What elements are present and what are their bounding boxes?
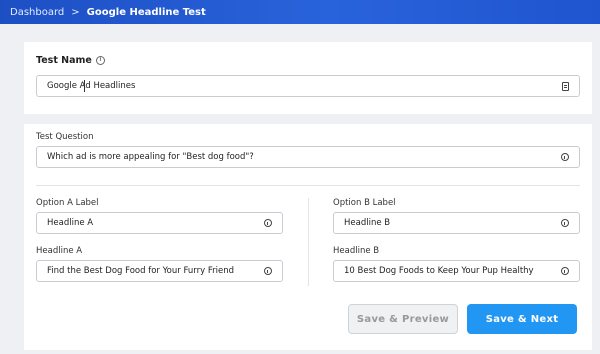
option-b-label-input[interactable]: Headline B: [333, 212, 580, 234]
save-next-button[interactable]: Save & Next: [467, 304, 577, 334]
headline-a-input[interactable]: Find the Best Dog Food for Your Furry Fr…: [36, 260, 283, 282]
headline-a-title: Headline A: [36, 246, 83, 256]
breadcrumb-separator: >: [71, 6, 80, 18]
option-a-label-title: Option A Label: [36, 198, 99, 208]
test-question-label: Test Question: [36, 132, 94, 142]
breadcrumb-current: Google Headline Test: [86, 6, 206, 18]
info-icon[interactable]: i: [95, 56, 105, 65]
test-question-input[interactable]: Which ad is more appealing for "Best dog…: [36, 146, 580, 168]
headline-b-title: Headline B: [333, 246, 380, 256]
test-name-value: Google Ad Headlines: [47, 81, 136, 91]
breadcrumb: Dashboard > Google Headline Test: [0, 0, 600, 24]
info-icon[interactable]: [264, 267, 272, 275]
info-icon[interactable]: [561, 153, 569, 161]
test-question-value: Which ad is more appealing for "Best dog…: [47, 152, 254, 162]
headline-b-input[interactable]: 10 Best Dog Foods to Keep Your Pup Healt…: [333, 260, 580, 282]
option-a-label-value: Headline A: [47, 218, 94, 228]
test-name-label-row: Test Name i: [36, 55, 105, 66]
headline-b-value: 10 Best Dog Foods to Keep Your Pup Healt…: [344, 266, 534, 276]
option-a-label-input[interactable]: Headline A: [36, 212, 283, 234]
option-b-label-title: Option B Label: [333, 198, 396, 208]
column-divider: [308, 198, 309, 286]
test-details-card: Test Question Which ad is more appealing…: [24, 124, 592, 350]
option-b-label-value: Headline B: [344, 218, 391, 228]
text-cursor-icon: [84, 80, 85, 92]
info-icon[interactable]: [561, 219, 569, 227]
test-name-input[interactable]: Google Ad Headlines: [36, 75, 580, 97]
breadcrumb-dashboard-link[interactable]: Dashboard: [10, 7, 64, 18]
test-name-label: Test Name: [36, 55, 92, 66]
info-icon[interactable]: [264, 219, 272, 227]
section-divider: [36, 185, 580, 186]
document-icon[interactable]: [562, 81, 569, 91]
headline-a-value: Find the Best Dog Food for Your Furry Fr…: [47, 266, 234, 276]
info-icon[interactable]: [561, 267, 569, 275]
save-preview-button[interactable]: Save & Preview: [348, 304, 458, 334]
test-name-card: Test Name i Google Ad Headlines: [24, 42, 592, 114]
